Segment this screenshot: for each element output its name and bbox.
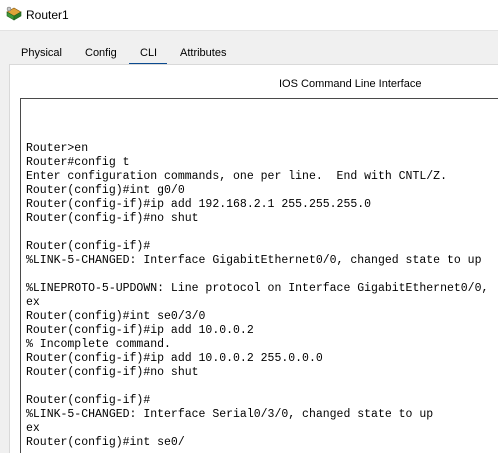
console-line: ex: [26, 296, 40, 309]
console-output: yRouter>enRouter#config tEnter configura…: [26, 99, 496, 450]
console-line: %LINK-5-CHANGED: Interface Serial0/3/0, …: [26, 408, 434, 421]
console-line: Router(config-if)#ip add 192.168.2.1 255…: [26, 198, 372, 211]
device-window: Physical Config CLI Attributes IOS Comma…: [0, 31, 498, 453]
console-line: Router(config-if)#ip add 10.0.0.2 255.0.…: [26, 352, 323, 365]
console-line: %LINEPROTO-5-UPDOWN: Line protocol on In…: [26, 282, 489, 295]
console-line: Router(config)#int se0/3/0: [26, 310, 206, 323]
console-line: Router(config)#int g0/0: [26, 184, 185, 197]
console-line: Router#config t: [26, 156, 130, 169]
cli-console[interactable]: yRouter>enRouter#config tEnter configura…: [20, 98, 498, 453]
console-line: Router(config)#int se0/: [26, 436, 185, 449]
router-icon: [5, 5, 23, 23]
title-bar: Router1: [0, 0, 498, 31]
console-line: Router>en: [26, 142, 89, 155]
console-line: % Incomplete command.: [26, 338, 171, 351]
console-line: Router(config-if)#no shut: [26, 366, 199, 379]
console-line: Router(config-if)#: [26, 394, 151, 407]
cli-heading: IOS Command Line Interface: [279, 78, 422, 90]
window-title: Router1: [26, 8, 69, 22]
console-line: Router(config-if)#: [26, 240, 151, 253]
console-line: Enter configuration commands, one per li…: [26, 170, 447, 183]
console-line: ex: [26, 422, 40, 435]
console-line: Router(config-if)#ip add 10.0.0.2: [26, 324, 254, 337]
console-line: Router(config-if)#no shut: [26, 212, 199, 225]
console-line: %LINK-5-CHANGED: Interface GigabitEthern…: [26, 254, 482, 267]
